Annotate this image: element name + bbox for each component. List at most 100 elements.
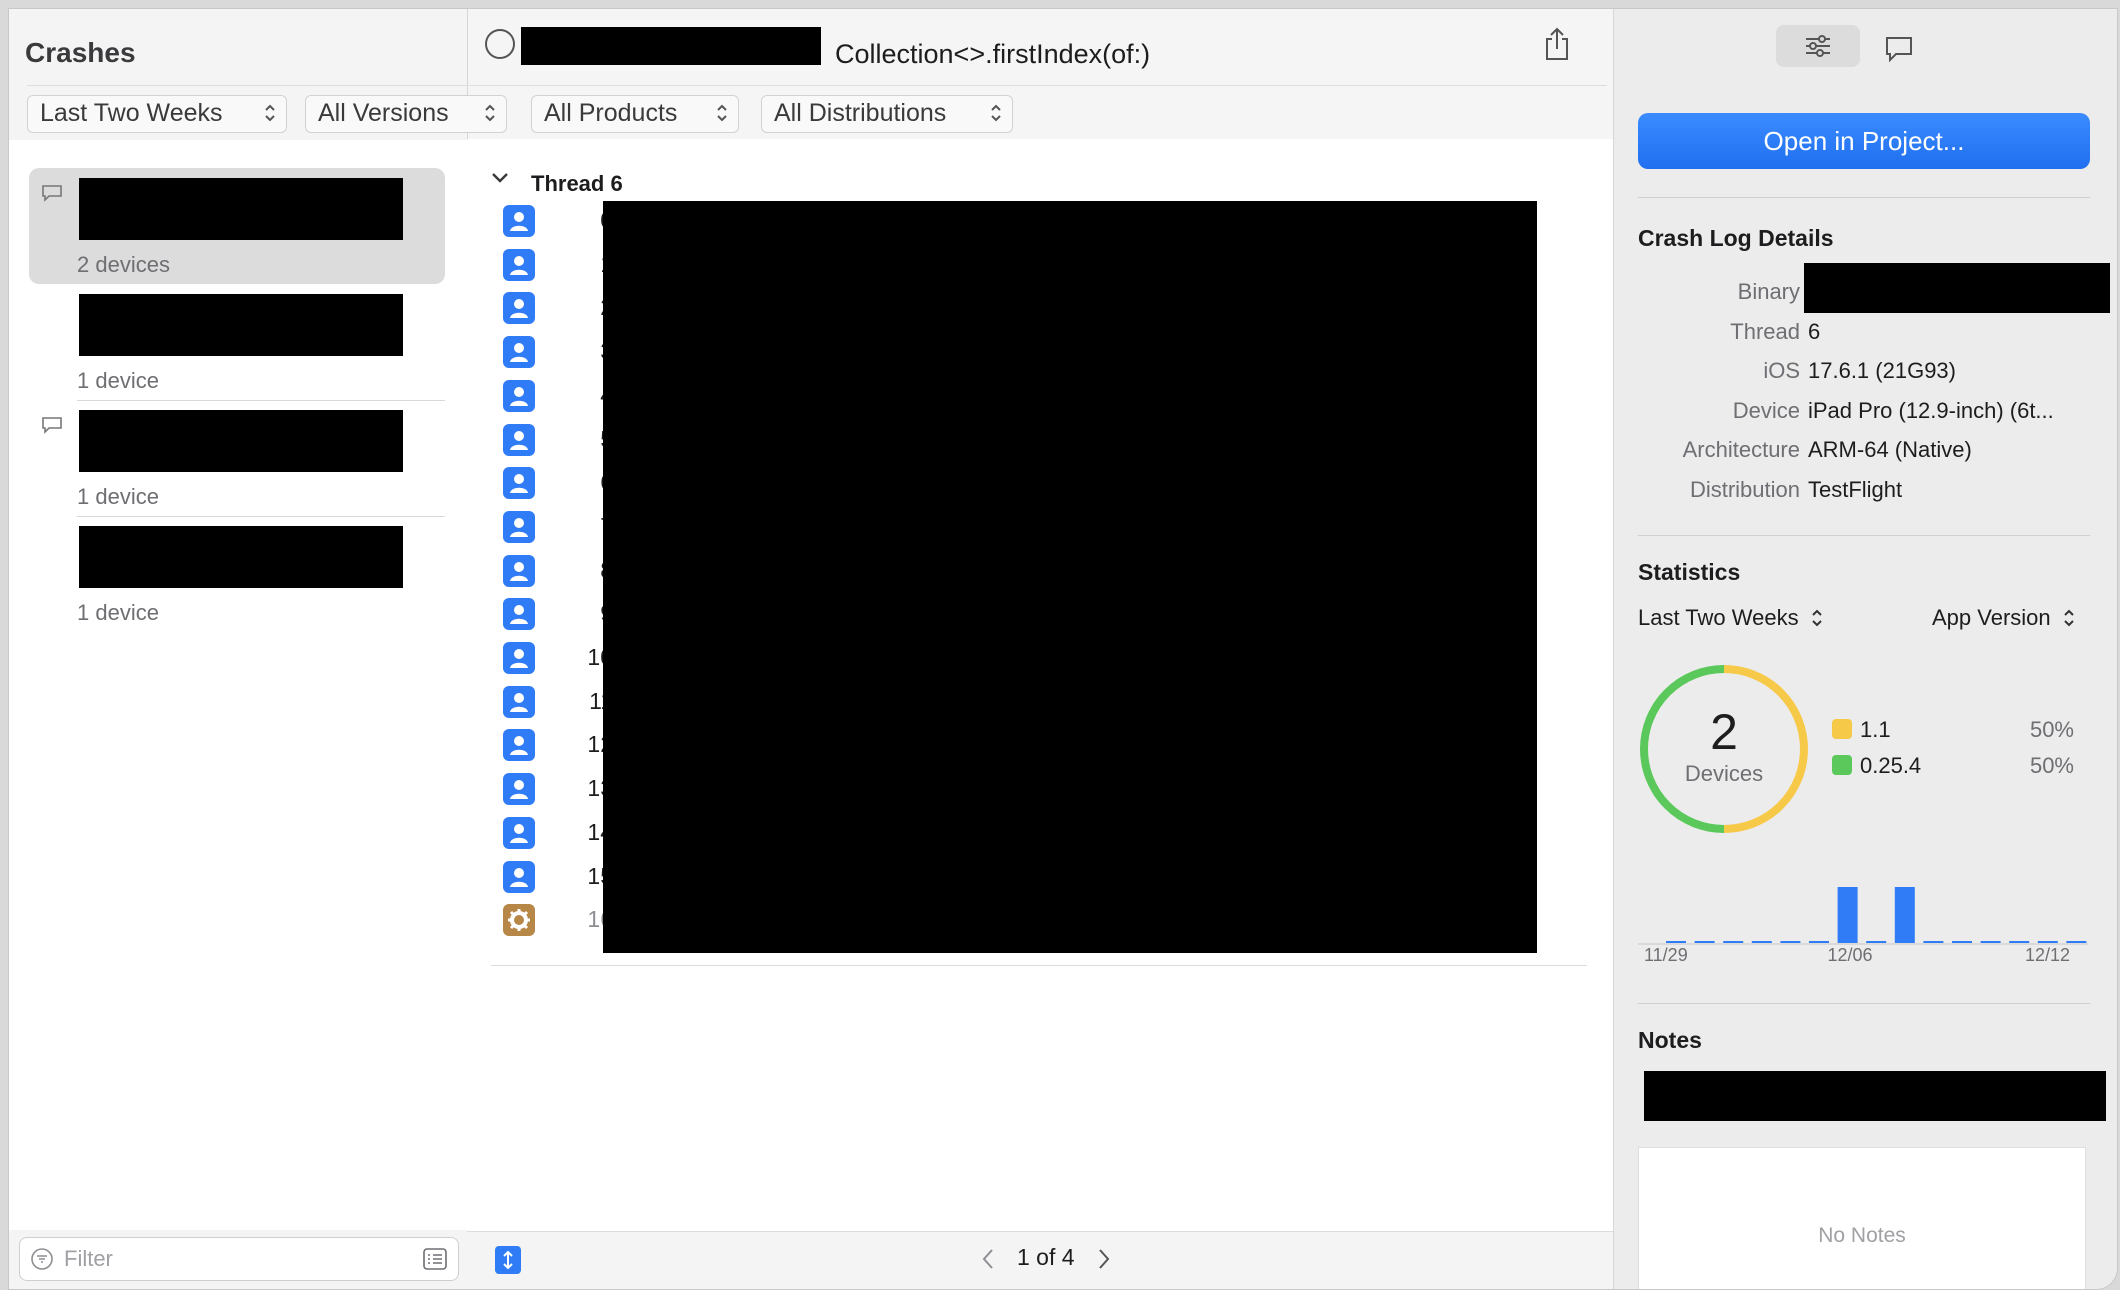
user-code-icon: [503, 685, 535, 718]
comment-icon: [42, 185, 62, 202]
divider: [1638, 197, 2090, 198]
detail-value: 17.6.1 (21G93): [1808, 358, 1956, 384]
chevron-left-icon[interactable]: [981, 1248, 995, 1270]
user-code-icon: [503, 554, 535, 587]
products-label: All Products: [544, 99, 678, 127]
user-code-icon: [503, 860, 535, 893]
user-code-icon: [503, 379, 535, 412]
crash-list: 2 devices 1 device 1 device 1 device: [9, 140, 467, 1230]
user-code-icon: [503, 729, 535, 762]
daily-bar: [1809, 941, 1829, 943]
filter-icon: [31, 1248, 53, 1270]
crashes-window: Crashes Last Two Weeks 2 devices 1 devic…: [8, 8, 2118, 1290]
daily-bar: [1723, 941, 1744, 943]
versions-label: All Versions: [318, 99, 449, 127]
crash-item[interactable]: 2 devices: [29, 168, 445, 284]
daily-bar: [1952, 941, 1972, 943]
share-icon[interactable]: [1543, 27, 1571, 61]
legend-swatch: [1832, 755, 1852, 775]
redacted-binary-name: [521, 27, 821, 65]
products-popup[interactable]: All Products: [531, 95, 739, 133]
daily-bar: [1923, 941, 1944, 943]
user-code-icon: [503, 205, 535, 237]
user-code-icon: [503, 598, 535, 631]
date-tick-label: 12/06: [1827, 945, 1873, 965]
stack-trace-panel: Thread 6 012345678910111213141516: [467, 139, 1613, 1239]
sliders-icon: [1806, 35, 1830, 57]
updown-chevron-icon: [485, 104, 495, 122]
daily-bar: [1980, 941, 2001, 943]
crash-item[interactable]: 1 device: [29, 284, 445, 400]
scroll-to-frame-button[interactable]: [495, 1246, 521, 1274]
statistics-title: Statistics: [1638, 559, 1741, 585]
detail-value: ARM-64 (Native): [1808, 437, 1972, 463]
chevron-down-icon[interactable]: [491, 171, 509, 185]
daily-bar: [2037, 941, 2058, 943]
crash-log-details-title: Crash Log Details: [1638, 225, 1834, 251]
device-count: 1 device: [77, 368, 159, 393]
open-in-project-button[interactable]: Open in Project...: [1638, 113, 2090, 169]
status-circle-icon[interactable]: [485, 29, 515, 59]
detail-label: Thread: [1730, 318, 1800, 344]
date-tick-label: 12/12: [2024, 945, 2070, 965]
redacted-crash-title: [79, 294, 403, 356]
stats-period-label: Last Two Weeks: [1638, 605, 1799, 630]
comment-icon: [42, 417, 62, 434]
user-code-icon: [503, 816, 535, 849]
updown-chevron-icon: [2064, 609, 2074, 627]
filter-bar: Filter: [19, 1231, 463, 1281]
device-total: 2: [1710, 704, 1738, 760]
detail-value: TestFlight: [1808, 477, 1903, 502]
legend-percent: 50%: [2029, 753, 2074, 778]
detail-label: Architecture: [1682, 437, 1800, 463]
notes-title: Notes: [1638, 1027, 1702, 1053]
crash-list-sidebar: Crashes Last Two Weeks 2 devices 1 devic…: [9, 9, 468, 1289]
daily-bar: [2066, 941, 2087, 943]
filter-placeholder: Filter: [64, 1246, 113, 1271]
crash-item[interactable]: 1 device: [29, 400, 445, 516]
device-count: 1 device: [77, 600, 159, 625]
detail-label: Distribution: [1689, 477, 1800, 502]
stats-grouping-popup[interactable]: App Version: [1932, 605, 2075, 631]
user-code-icon: [503, 292, 535, 325]
date-tick-label: 11/29: [1644, 945, 1688, 965]
stats-period-popup[interactable]: Last Two Weeks: [1638, 605, 1823, 631]
detail-label: Device: [1732, 397, 1800, 423]
detail-label: iOS: [1763, 358, 1800, 384]
inspector-tab-comments[interactable]: [1884, 35, 1914, 63]
legend-percent: 50%: [2029, 717, 2074, 742]
user-code-icon: [503, 336, 535, 369]
user-code-icon: [503, 642, 535, 674]
thread-title: Thread 6: [531, 171, 623, 196]
user-code-icon: [503, 510, 535, 543]
no-notes-label: No Notes: [1818, 1224, 1906, 1247]
function-title: Collection<>.firstIndex(of:): [835, 39, 1151, 69]
inspector-tab-details[interactable]: [1776, 25, 1860, 67]
daily-bar: [1837, 887, 1858, 943]
daily-bar: [1694, 941, 1715, 943]
daily-bar: [1666, 941, 1686, 943]
redacted-crash-title: [79, 178, 403, 240]
filter-input[interactable]: Filter: [19, 1237, 459, 1281]
legend-swatch: [1832, 719, 1852, 739]
daily-bar: [2009, 941, 2030, 943]
updown-chevron-icon: [1812, 609, 1822, 627]
period-popup[interactable]: Last Two Weeks: [27, 95, 287, 133]
detail-label: Binary: [1737, 279, 1800, 304]
crash-item[interactable]: 1 device: [29, 516, 445, 632]
daily-bar: [1780, 941, 1801, 943]
pager-label: 1 of 4: [1017, 1244, 1075, 1270]
list-options-icon[interactable]: [422, 1246, 448, 1272]
user-code-icon: [503, 248, 535, 281]
redacted-crash-title: [79, 410, 403, 472]
versions-popup[interactable]: All Versions: [305, 95, 507, 133]
distributions-popup[interactable]: All Distributions: [761, 95, 1013, 133]
bottom-toolbar: 1 of 4: [467, 1231, 1613, 1289]
notes-area[interactable]: No Notes: [1638, 1147, 2086, 1289]
device-count: 1 device: [77, 484, 159, 509]
period-label: Last Two Weeks: [40, 99, 223, 127]
thread-divider: [491, 965, 1587, 966]
user-code-icon: [503, 423, 535, 456]
divider: [1638, 535, 2090, 536]
chevron-right-icon[interactable]: [1097, 1248, 1111, 1270]
